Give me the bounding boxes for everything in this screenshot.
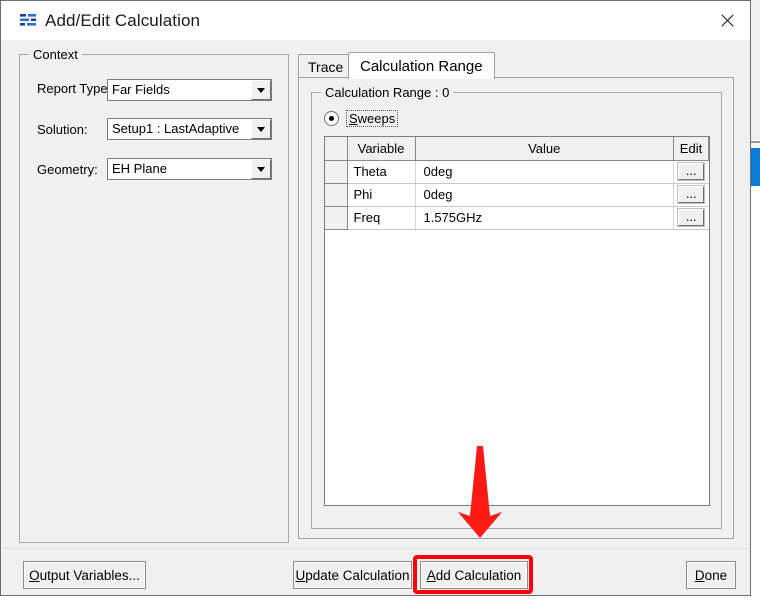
col-header-value[interactable]: Value xyxy=(415,137,674,161)
chevron-down-icon[interactable] xyxy=(251,80,271,100)
done-button[interactable]: Done xyxy=(686,561,736,589)
solution-label: Solution: xyxy=(37,122,88,137)
chevron-down-icon[interactable] xyxy=(251,119,271,139)
tab-trace[interactable]: Trace xyxy=(298,54,354,78)
report-type-value: Far Fields xyxy=(112,82,170,97)
title-bar: Add/Edit Calculation xyxy=(1,1,750,40)
sweeps-radio-label[interactable]: Sweeps xyxy=(346,110,399,127)
sweeps-grid: Variable Value Edit Theta 0deg ... Phi 0… xyxy=(325,137,709,230)
update-calculation-accel: U xyxy=(295,567,306,583)
report-type-label-text: Report Type: xyxy=(37,81,112,96)
row-variable[interactable]: Theta xyxy=(347,160,416,184)
close-x-glyph xyxy=(720,13,734,27)
row-variable[interactable]: Freq xyxy=(347,206,416,230)
row-variable[interactable]: Phi xyxy=(347,183,416,207)
output-variables-accel: O xyxy=(29,567,40,583)
context-group: Context Report Type: Far Fields Solution… xyxy=(19,47,289,543)
sweeps-radio-row[interactable]: Sweeps xyxy=(324,110,399,127)
add-edit-calculation-dialog: Add/Edit Calculation Context Report Type… xyxy=(0,0,751,596)
add-calculation-button[interactable]: Add Calculation xyxy=(420,561,528,589)
row-edit-cell: ... xyxy=(673,160,709,184)
window-title: Add/Edit Calculation xyxy=(45,11,201,30)
sweeps-table[interactable]: Variable Value Edit Theta 0deg ... Phi 0… xyxy=(324,136,710,506)
update-calculation-button[interactable]: Update Calculation xyxy=(293,561,412,589)
calculation-range-group: Calculation Range : 0 Sweeps Variable Va… xyxy=(311,85,722,529)
context-legend: Context xyxy=(29,47,82,62)
output-variables-rest: utput Variables... xyxy=(39,567,140,583)
background-panel-top xyxy=(750,0,760,140)
footer-divider xyxy=(2,548,749,549)
solution-value: Setup1 : LastAdaptive xyxy=(112,121,240,136)
add-calculation-rest: dd Calculation xyxy=(435,567,522,583)
tab-panel-calculation-range: Calculation Range : 0 Sweeps Variable Va… xyxy=(298,77,734,539)
edit-ellipsis-button[interactable]: ... xyxy=(678,186,705,203)
row-selector[interactable] xyxy=(325,160,348,184)
report-type-combobox[interactable]: Far Fields xyxy=(107,79,272,101)
edit-ellipsis-button[interactable]: ... xyxy=(678,209,705,226)
row-value[interactable]: 1.575GHz xyxy=(415,206,674,230)
edit-ellipsis-button[interactable]: ... xyxy=(678,163,705,180)
background-selection-highlight xyxy=(750,148,760,186)
row-selector[interactable] xyxy=(325,206,348,230)
geometry-label: Geometry: xyxy=(37,162,98,177)
table-row[interactable]: Theta 0deg ... xyxy=(325,160,709,184)
solution-combobox[interactable]: Setup1 : LastAdaptive xyxy=(107,118,272,140)
done-accel: D xyxy=(694,567,705,583)
add-calculation-accel: A xyxy=(426,567,436,583)
table-header-row: Variable Value Edit xyxy=(325,137,709,161)
table-row[interactable]: Phi 0deg ... xyxy=(325,183,709,207)
col-header-select[interactable] xyxy=(325,137,348,161)
sweeps-radio-button[interactable] xyxy=(324,111,339,126)
tab-control: Trace Calculation Range Calculation Rang… xyxy=(298,52,734,539)
geometry-value: EH Plane xyxy=(112,161,167,176)
radio-selected-dot xyxy=(329,116,334,121)
update-calculation-rest: pdate Calculation xyxy=(305,567,410,583)
calculation-range-legend: Calculation Range : 0 xyxy=(321,85,454,100)
sweeps-accel: S xyxy=(349,111,358,126)
background-panel-bottom xyxy=(750,186,760,608)
geometry-combobox[interactable]: EH Plane xyxy=(107,158,272,180)
row-value[interactable]: 0deg xyxy=(415,183,674,207)
done-rest: one xyxy=(704,567,728,583)
row-edit-cell: ... xyxy=(673,206,709,230)
calculation-icon xyxy=(20,14,36,26)
row-value[interactable]: 0deg xyxy=(415,160,674,184)
close-icon[interactable] xyxy=(704,1,750,39)
tab-strip: Trace Calculation Range xyxy=(298,52,734,79)
table-row[interactable]: Freq 1.575GHz ... xyxy=(325,206,709,230)
col-header-edit[interactable]: Edit xyxy=(673,137,709,161)
output-variables-button[interactable]: Output Variables... xyxy=(23,561,146,589)
chevron-down-icon[interactable] xyxy=(251,159,271,179)
tab-calculation-range[interactable]: Calculation Range xyxy=(348,52,495,79)
col-header-variable[interactable]: Variable xyxy=(347,137,416,161)
sweeps-rest: weeps xyxy=(357,111,396,126)
report-type-label: Report Type: xyxy=(37,81,111,97)
row-edit-cell: ... xyxy=(673,183,709,207)
row-selector[interactable] xyxy=(325,183,348,207)
